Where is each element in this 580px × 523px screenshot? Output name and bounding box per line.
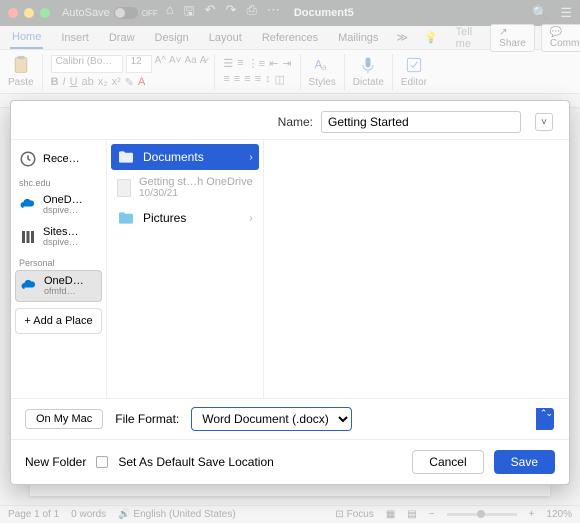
default-location-checkbox[interactable] xyxy=(96,456,108,468)
chevron-right-icon: › xyxy=(249,213,252,224)
browser-column-1: Documents › Getting st…h OneDrive 10/30/… xyxy=(107,140,264,398)
sidebar-group-shc: shc.edu xyxy=(15,174,102,188)
save-dialog: Name: ˅ Rece… shc.edu OneD…dspive… Sites… xyxy=(10,100,570,485)
file-format-select[interactable]: Word Document (.docx) xyxy=(191,407,555,431)
default-location-label: Set As Default Save Location xyxy=(118,455,273,469)
file-format-label: File Format: xyxy=(115,412,179,426)
folder-pictures[interactable]: Pictures › xyxy=(107,205,263,231)
sidebar-group-personal: Personal xyxy=(15,254,102,268)
sidebar-onedrive-personal[interactable]: OneD…ofmfd… xyxy=(15,270,102,302)
name-label: Name: xyxy=(278,115,313,129)
expand-dialog-button[interactable]: ˅ xyxy=(535,113,553,131)
onedrive-icon xyxy=(20,277,38,295)
filename-input[interactable] xyxy=(321,111,521,133)
clock-icon xyxy=(19,150,37,168)
onedrive-icon xyxy=(19,196,37,214)
sidebar-recent[interactable]: Rece… xyxy=(15,146,102,172)
sidebar-sites[interactable]: Sites…dspive… xyxy=(15,222,102,252)
save-button[interactable]: Save xyxy=(494,450,555,474)
browser-column-2 xyxy=(264,140,569,398)
add-place-button[interactable]: + Add a Place xyxy=(15,308,102,334)
document-icon xyxy=(117,179,131,197)
location-sidebar: Rece… shc.edu OneD…dspive… Sites…dspive…… xyxy=(11,140,107,398)
cancel-button[interactable]: Cancel xyxy=(412,450,483,474)
new-folder-button[interactable]: New Folder xyxy=(25,455,86,469)
sites-icon xyxy=(19,228,37,246)
folder-icon xyxy=(117,150,135,164)
sidebar-onedrive-work[interactable]: OneD…dspive… xyxy=(15,190,102,220)
folder-documents[interactable]: Documents › xyxy=(111,144,259,170)
chevron-right-icon: › xyxy=(249,152,252,163)
folder-icon xyxy=(117,211,135,225)
on-my-mac-button[interactable]: On My Mac xyxy=(25,409,103,429)
file-getting-started[interactable]: Getting st…h OneDrive 10/30/21 xyxy=(107,170,263,205)
